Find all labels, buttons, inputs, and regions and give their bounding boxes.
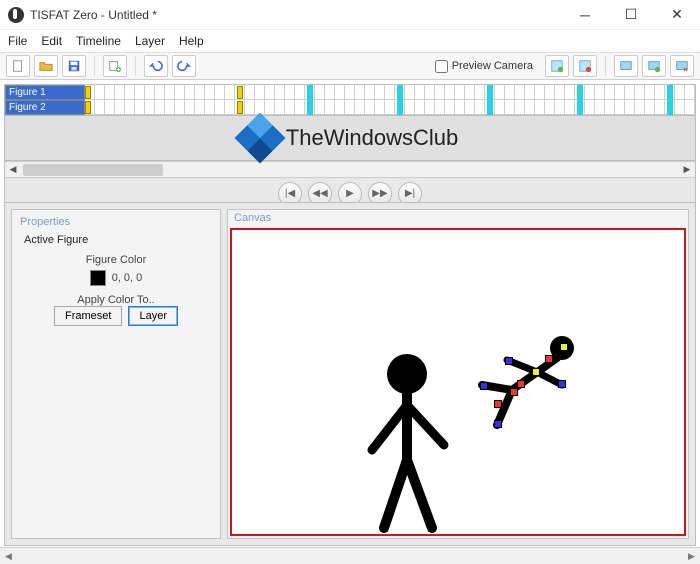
watermark-logo bbox=[234, 113, 285, 164]
timeline-row-2[interactable] bbox=[85, 100, 695, 115]
menu-bar: File Edit Timeline Layer Help bbox=[0, 30, 700, 52]
toolbar-separator bbox=[605, 56, 606, 76]
new-file-button[interactable] bbox=[6, 55, 30, 77]
close-button[interactable]: ✕ bbox=[654, 0, 700, 30]
scroll-right-icon[interactable]: ▶ bbox=[683, 548, 700, 564]
properties-title: Properties bbox=[16, 214, 216, 230]
edit-node[interactable] bbox=[494, 400, 502, 408]
edit-node[interactable] bbox=[545, 355, 553, 363]
frameset-button[interactable]: Frameset bbox=[54, 306, 122, 326]
screen-a-button[interactable] bbox=[614, 55, 638, 77]
remove-object-button[interactable] bbox=[573, 55, 597, 77]
edit-node[interactable] bbox=[532, 368, 540, 376]
redo-button[interactable] bbox=[172, 55, 196, 77]
toolbar-separator bbox=[94, 56, 95, 76]
active-figure-label: Active Figure bbox=[24, 234, 208, 246]
undo-button[interactable] bbox=[144, 55, 168, 77]
workspace: Properties Active Figure Figure Color 0,… bbox=[4, 202, 696, 546]
playhead-marker[interactable] bbox=[577, 85, 583, 115]
maximize-button[interactable]: ☐ bbox=[608, 0, 654, 30]
preview-camera-input[interactable] bbox=[435, 60, 448, 73]
preview-camera-checkbox[interactable]: Preview Camera bbox=[435, 60, 533, 73]
scroll-right-icon[interactable]: ▶ bbox=[679, 162, 695, 178]
edit-node[interactable] bbox=[505, 357, 513, 365]
timeline-grid[interactable]: Figure 1 Figure 2 bbox=[5, 85, 695, 115]
apply-color-label: Apply Color To.. bbox=[24, 294, 208, 306]
menu-file[interactable]: File bbox=[8, 34, 27, 48]
layer-label-2[interactable]: Figure 2 bbox=[5, 100, 85, 115]
edit-node[interactable] bbox=[558, 380, 566, 388]
edit-node[interactable] bbox=[517, 380, 525, 388]
open-button[interactable] bbox=[34, 55, 58, 77]
menu-timeline[interactable]: Timeline bbox=[76, 34, 121, 48]
edit-node[interactable] bbox=[494, 420, 502, 428]
timeline-frames[interactable] bbox=[85, 85, 695, 115]
timeline-row-1[interactable] bbox=[85, 85, 695, 100]
layer-label-1[interactable]: Figure 1 bbox=[5, 85, 85, 100]
scroll-left-icon[interactable]: ◀ bbox=[5, 162, 21, 178]
screen-b-button[interactable] bbox=[642, 55, 666, 77]
preview-camera-label: Preview Camera bbox=[452, 60, 533, 72]
keyframe[interactable] bbox=[237, 101, 243, 114]
edit-node[interactable] bbox=[560, 343, 568, 351]
add-frame-button[interactable] bbox=[103, 55, 127, 77]
screen-c-button[interactable] bbox=[670, 55, 694, 77]
edit-node[interactable] bbox=[510, 388, 518, 396]
color-value: 0, 0, 0 bbox=[112, 272, 143, 284]
playhead-marker[interactable] bbox=[487, 85, 493, 115]
app-icon bbox=[8, 7, 24, 23]
layer-labels: Figure 1 Figure 2 bbox=[5, 85, 85, 115]
keyframe[interactable] bbox=[237, 86, 243, 99]
save-button[interactable] bbox=[62, 55, 86, 77]
canvas-title: Canvas bbox=[228, 210, 688, 226]
toolbar: Preview Camera bbox=[0, 52, 700, 80]
window-controls: ─ ☐ ✕ bbox=[562, 0, 700, 30]
add-object-button[interactable] bbox=[545, 55, 569, 77]
stick-figure-1[interactable] bbox=[352, 350, 462, 536]
menu-edit[interactable]: Edit bbox=[41, 34, 62, 48]
edit-node[interactable] bbox=[480, 382, 488, 390]
window-horizontal-scrollbar[interactable]: ◀ ▶ bbox=[0, 547, 700, 564]
menu-layer[interactable]: Layer bbox=[135, 34, 165, 48]
layer-button[interactable]: Layer bbox=[128, 306, 178, 326]
minimize-button[interactable]: ─ bbox=[562, 0, 608, 30]
canvas[interactable] bbox=[230, 228, 686, 536]
canvas-panel: Canvas bbox=[227, 209, 689, 539]
scroll-thumb[interactable] bbox=[23, 164, 163, 176]
figure-color-label: Figure Color bbox=[24, 254, 208, 266]
properties-panel: Properties Active Figure Figure Color 0,… bbox=[11, 209, 221, 539]
watermark-text: TheWindowsClub bbox=[286, 125, 458, 151]
menu-help[interactable]: Help bbox=[179, 34, 204, 48]
color-swatch[interactable] bbox=[90, 270, 106, 286]
color-row: 0, 0, 0 bbox=[24, 270, 208, 286]
timeline-scrollbar[interactable]: ◀ ▶ bbox=[5, 161, 695, 177]
playhead-marker[interactable] bbox=[307, 85, 313, 115]
keyframe[interactable] bbox=[85, 86, 91, 99]
timeline-panel: Figure 1 Figure 2 TheWindowsClub ◀ ▶ bbox=[4, 84, 696, 210]
title-bar: TISFAT Zero - Untitled * ─ ☐ ✕ bbox=[0, 0, 700, 30]
scroll-left-icon[interactable]: ◀ bbox=[0, 548, 17, 564]
scroll-track[interactable] bbox=[17, 548, 683, 564]
playhead-marker[interactable] bbox=[667, 85, 673, 115]
keyframe[interactable] bbox=[85, 101, 91, 114]
watermark-band: TheWindowsClub bbox=[5, 115, 695, 161]
scroll-track[interactable] bbox=[21, 162, 679, 178]
playhead-marker[interactable] bbox=[397, 85, 403, 115]
window-title: TISFAT Zero - Untitled * bbox=[30, 8, 562, 22]
toolbar-separator bbox=[135, 56, 136, 76]
